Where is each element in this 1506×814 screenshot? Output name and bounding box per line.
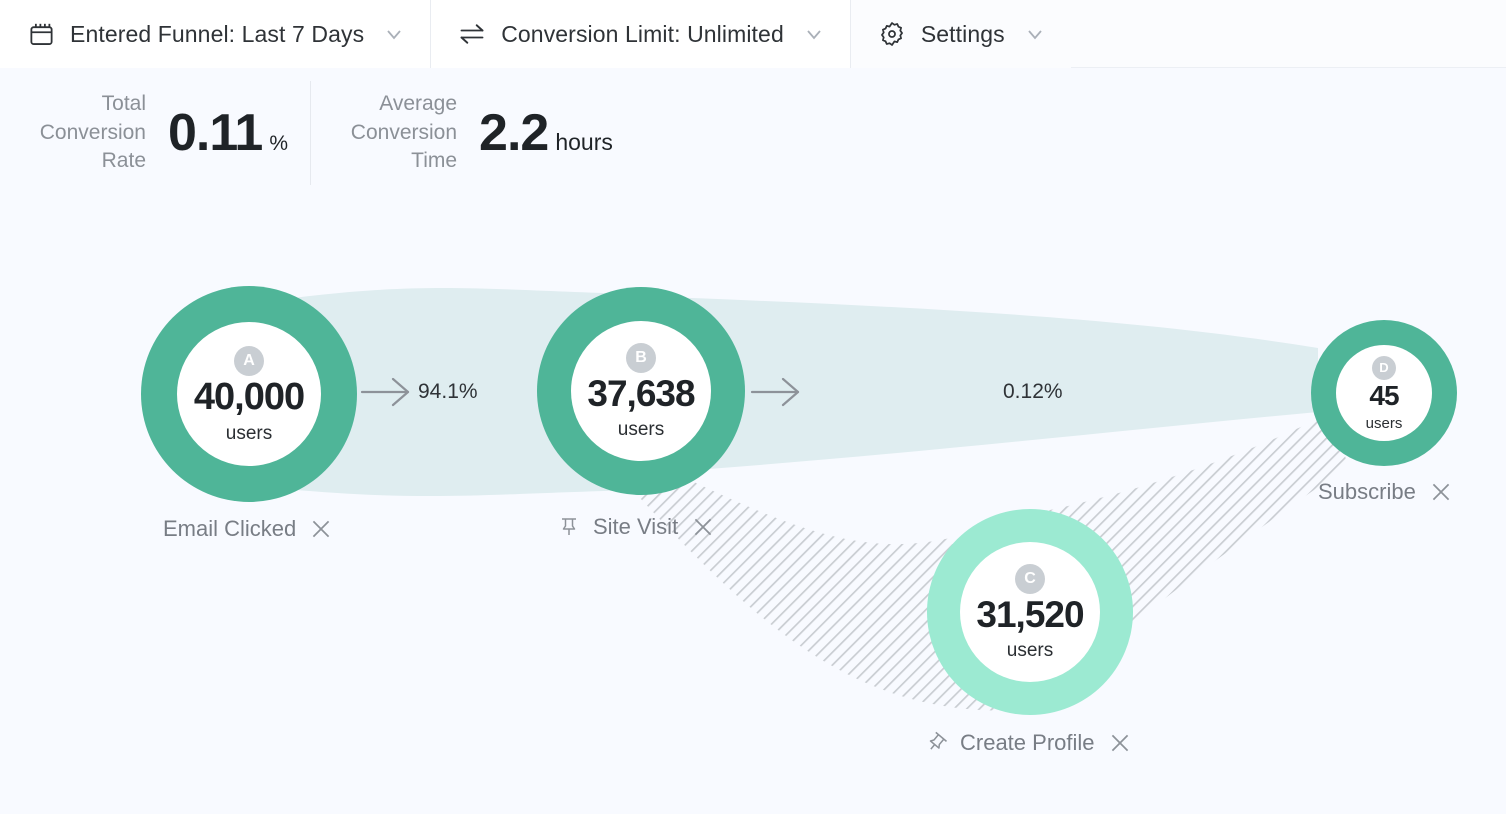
toolbar-spacer xyxy=(1070,0,1506,67)
funnel-canvas: A 40,000 users Email Clicked B 37,638 us… xyxy=(0,198,1506,814)
funnel-node-c[interactable]: C 31,520 users xyxy=(927,509,1133,715)
chevron-down-icon[interactable] xyxy=(382,22,406,46)
funnel-node-b-badge: B xyxy=(626,343,656,373)
kpi-average-conversion-time-unit: hours xyxy=(555,129,613,155)
funnel-node-c-unit: users xyxy=(1006,640,1054,661)
conversion-rate-b-to-d: 0.12% xyxy=(1003,380,1063,403)
funnel-node-c-value: 31,520 xyxy=(976,594,1084,635)
funnel-node-d-inner: D 45 users xyxy=(1336,345,1432,441)
conversion-rate-a-to-b: 94.1% xyxy=(418,380,478,403)
kpi-average-conversion-time-value: 2.2 hours xyxy=(479,103,613,163)
chevron-down-icon[interactable] xyxy=(802,22,826,46)
funnel-analytics-page: Entered Funnel: Last 7 Days Conversion L… xyxy=(0,0,1506,814)
funnel-node-a-label: Email Clicked xyxy=(163,516,297,541)
funnel-node-d-badge: D xyxy=(1372,355,1396,380)
funnel-node-b-unit: users xyxy=(617,419,665,440)
toolbar: Entered Funnel: Last 7 Days Conversion L… xyxy=(0,0,1506,68)
kpi-total-conversion-rate-number: 0.11 xyxy=(168,104,263,162)
funnel-node-b-inner: B 37,638 users xyxy=(571,321,711,461)
toolbar-item-entered-funnel[interactable]: Entered Funnel: Last 7 Days xyxy=(0,0,432,68)
toolbar-item-conversion-limit[interactable]: Conversion Limit: Unlimited xyxy=(431,0,851,68)
funnel-node-b[interactable]: B 37,638 users xyxy=(537,287,745,495)
funnel-node-d-value: 45 xyxy=(1369,379,1399,411)
toolbar-item-conversion-limit-label: Conversion Limit: Unlimited xyxy=(501,20,784,47)
toolbar-item-settings-label: Settings xyxy=(920,20,1005,47)
funnel-node-a-label-group: Email Clicked xyxy=(163,516,334,542)
toolbar-item-settings[interactable]: Settings xyxy=(850,0,1071,68)
kpi-total-conversion-rate: Total Conversion Rate 0.11 % xyxy=(0,81,288,185)
kpi-average-conversion-time-number: 2.2 xyxy=(479,104,549,162)
toolbar-item-entered-funnel-label: Entered Funnel: Last 7 Days xyxy=(70,20,365,47)
kpi-average-conversion-time-caption: Average Conversion Time xyxy=(350,91,458,173)
funnel-node-b-label: Site Visit xyxy=(593,514,679,539)
kpi-total-conversion-rate-value: 0.11 % xyxy=(168,103,288,163)
funnel-node-a-inner: A 40,000 users xyxy=(177,322,321,466)
exchange-arrows-icon xyxy=(457,19,487,49)
funnel-node-a-unit: users xyxy=(225,422,273,444)
funnel-node-a-badge: A xyxy=(234,345,264,376)
gear-icon xyxy=(877,19,907,49)
funnel-node-b-label-group: Site Visit xyxy=(557,514,716,540)
funnel-node-c-inner: C 31,520 users xyxy=(960,542,1100,682)
kpi-total-conversion-rate-unit: % xyxy=(269,132,289,155)
funnel-node-c-badge: C xyxy=(1015,564,1045,594)
funnel-node-d-unit: users xyxy=(1365,414,1403,432)
remove-node-d-icon[interactable] xyxy=(1428,479,1454,505)
flow-arrow-b-to-d-icon xyxy=(750,374,804,410)
funnel-node-a-value: 40,000 xyxy=(193,375,305,418)
funnel-node-c-label: Create Profile xyxy=(960,730,1095,755)
remove-node-a-icon[interactable] xyxy=(308,516,334,542)
kpi-total-conversion-rate-caption: Total Conversion Rate xyxy=(39,91,146,173)
funnel-node-d-label: Subscribe xyxy=(1318,479,1416,504)
funnel-node-c-label-group: Create Profile xyxy=(924,730,1133,756)
flow-arrow-a-to-b-icon xyxy=(360,374,414,410)
calendar-icon xyxy=(26,19,56,49)
funnel-node-d-label-group: Subscribe xyxy=(1318,479,1454,505)
funnel-node-b-value: 37,638 xyxy=(587,373,695,414)
kpi-average-conversion-time: Average Conversion Time 2.2 hours xyxy=(310,81,613,185)
remove-node-c-icon[interactable] xyxy=(1107,730,1133,756)
remove-node-b-icon[interactable] xyxy=(690,514,716,540)
funnel-node-d[interactable]: D 45 users xyxy=(1311,320,1457,466)
kpi-row: Total Conversion Rate 0.11 % Average Con… xyxy=(0,68,1506,198)
funnel-node-a[interactable]: A 40,000 users xyxy=(141,286,357,502)
chevron-down-icon[interactable] xyxy=(1023,22,1047,46)
pin-node-b-icon[interactable] xyxy=(557,514,581,540)
unpin-node-c-icon[interactable] xyxy=(924,730,948,756)
